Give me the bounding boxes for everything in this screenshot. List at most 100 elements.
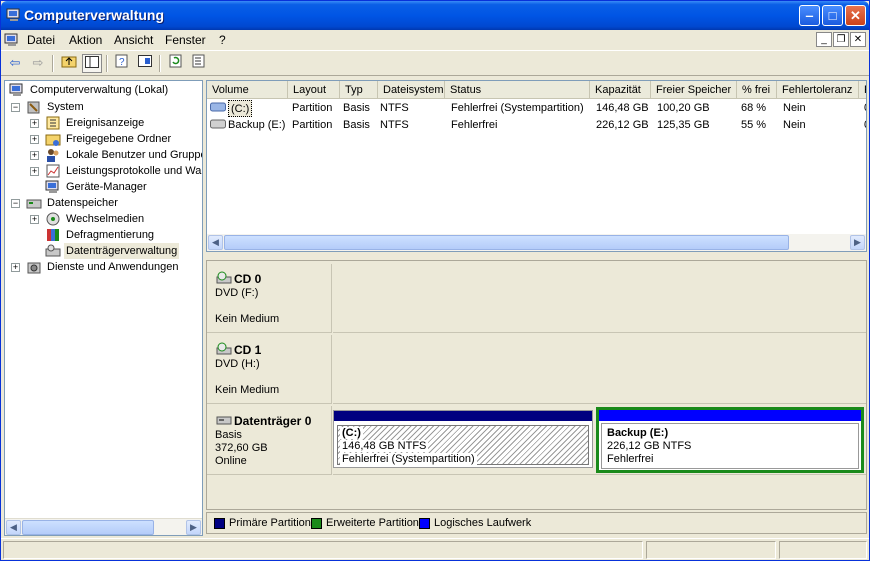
show-tree-icon[interactable]	[82, 54, 102, 73]
tree-node-lokale-benutzer[interactable]: + Lokale Benutzer und Gruppe	[30, 147, 202, 163]
console-tree[interactable]: Computerverwaltung (Lokal) − System + Er…	[4, 80, 203, 536]
tree-node-system[interactable]: − System	[11, 99, 201, 115]
scroll-right-icon[interactable]: ▶	[850, 235, 865, 250]
device-manager-icon	[45, 180, 59, 193]
status-bar	[1, 538, 869, 560]
cell-dateisystem: NTFS	[380, 119, 409, 131]
tree-horizontal-scrollbar[interactable]: ◀ ▶	[5, 518, 202, 535]
event-viewer-icon	[46, 116, 60, 130]
partition-status: Fehlerfrei	[607, 453, 654, 465]
cell-status: Fehlerfrei (Systempartition)	[451, 102, 584, 114]
expand-icon[interactable]: +	[11, 263, 20, 272]
back-icon[interactable]: ⇦	[5, 54, 25, 73]
expand-icon[interactable]: +	[30, 151, 39, 160]
menu-datei[interactable]: Datei	[27, 33, 55, 47]
collapse-icon[interactable]: −	[11, 103, 20, 112]
title-bar[interactable]: Computerverwaltung ‒ □ ✕	[1, 1, 869, 30]
mdi-restore-button[interactable]: ❐	[833, 32, 849, 47]
tree-label: Defragmentierung	[66, 229, 155, 241]
menu-help[interactable]: ?	[219, 33, 226, 47]
cell-freier-speicher: 125,35 GB	[657, 119, 710, 131]
close-button[interactable]: ✕	[845, 5, 866, 26]
disk-area-cd1[interactable]	[333, 335, 866, 404]
svg-text:?: ?	[119, 57, 125, 68]
tree-label: Computerverwaltung (Lokal)	[30, 84, 169, 96]
tree-node-wechselmedien[interactable]: + Wechselmedien	[30, 211, 202, 227]
legend-extended: Erweiterte Partition	[326, 517, 419, 529]
tree-node-freigegebene-ordner[interactable]: + Freigegebene Ordner	[30, 131, 202, 147]
tree-node-datentraegerverwaltung[interactable]: Datenträgerverwaltung	[45, 243, 202, 259]
maximize-button[interactable]: □	[822, 5, 843, 26]
window-title: Computerverwaltung	[24, 7, 165, 23]
menu-aktion[interactable]: Aktion	[69, 33, 102, 47]
column-header-volume[interactable]: Volume	[207, 81, 288, 99]
menu-fenster[interactable]: Fenster	[165, 33, 206, 47]
cd-drive-icon	[216, 271, 232, 284]
disk-type: DVD (F:)	[215, 287, 259, 299]
scrollbar-thumb[interactable]	[224, 235, 789, 250]
mdi-minimize-button[interactable]: _	[816, 32, 832, 47]
menu-ansicht[interactable]: Ansicht	[114, 33, 153, 47]
volume-list: Volume Layout Typ Dateisystem Status Kap…	[206, 80, 867, 252]
partition-size: 226,12 GB NTFS	[607, 440, 692, 452]
column-header-dateisystem[interactable]: Dateisystem	[378, 81, 445, 99]
column-header-kapazitaet[interactable]: Kapazität	[590, 81, 651, 99]
cell-volume: (C:)	[228, 100, 253, 117]
tree-node-dienste[interactable]: + Dienste und Anwendungen	[11, 259, 201, 275]
tree-node-geraete-manager[interactable]: Geräte-Manager	[45, 179, 202, 195]
system-tools-icon	[27, 101, 40, 114]
column-header-freier-speicher[interactable]: Freier Speicher	[651, 81, 737, 99]
scroll-right-icon[interactable]: ▶	[186, 520, 201, 535]
menu-bar: Datei Aktion Ansicht Fenster ? _ ❐ ✕	[1, 30, 869, 50]
scroll-left-icon[interactable]: ◀	[6, 520, 21, 535]
cell-kapazitaet: 226,12 GB	[596, 119, 649, 131]
column-header-prozent-frei[interactable]: % frei	[737, 81, 777, 99]
disk-type: DVD (H:)	[215, 358, 260, 370]
tree-label: System	[47, 101, 84, 113]
child-window-icon[interactable]	[4, 32, 20, 48]
disk-label-disk0[interactable]: Datenträger 0 Basis 372,60 GB Online	[207, 406, 332, 475]
expand-icon[interactable]: +	[30, 135, 39, 144]
expand-icon[interactable]: +	[30, 119, 39, 128]
expand-icon[interactable]: +	[30, 167, 39, 176]
partition-e[interactable]: Backup (E:) 226,12 GB NTFS Fehlerfrei	[596, 407, 864, 473]
up-folder-icon[interactable]	[59, 54, 79, 73]
properties-icon[interactable]: ?	[112, 54, 132, 73]
disk-area-cd0[interactable]	[333, 264, 866, 333]
column-header-status[interactable]: Status	[445, 81, 590, 99]
column-header-typ[interactable]: Typ	[340, 81, 378, 99]
volume-list-horizontal-scrollbar[interactable]: ◀ ▶	[207, 234, 866, 251]
cell-prozent-frei: 55 %	[741, 119, 767, 131]
cell-layout: Partition	[292, 119, 333, 131]
collapse-icon[interactable]: −	[11, 199, 20, 208]
volume-icon	[210, 119, 226, 129]
column-header-f[interactable]: F	[859, 81, 866, 99]
minimize-button[interactable]: ‒	[799, 5, 820, 26]
forward-icon[interactable]: ⇨	[28, 54, 48, 73]
scroll-left-icon[interactable]: ◀	[208, 235, 223, 250]
tree-node-defragmentierung[interactable]: Defragmentierung	[45, 227, 202, 243]
export-list-icon[interactable]	[189, 54, 209, 73]
shared-folder-icon	[45, 134, 61, 146]
cell-prozent-frei: 68 %	[741, 102, 767, 114]
partition-c[interactable]: (C:) 146,48 GB NTFS Fehlerfrei (Systempa…	[333, 410, 593, 468]
tree-node-datenspeicher[interactable]: − Datenspeicher	[11, 195, 201, 211]
legend-primary: Primäre Partition	[229, 517, 311, 529]
view-icon[interactable]	[135, 54, 155, 73]
volume-icon	[210, 102, 226, 112]
legend-swatch-logical	[419, 518, 430, 529]
cell-dateisystem: NTFS	[380, 102, 409, 114]
column-header-layout[interactable]: Layout	[288, 81, 340, 99]
column-header-fehlertoleranz[interactable]: Fehlertoleranz	[777, 81, 859, 99]
tree-node-ereignisanzeige[interactable]: + Ereignisanzeige	[30, 115, 202, 131]
expand-icon[interactable]: +	[30, 215, 39, 224]
disk-label-cd1[interactable]: CD 1 DVD (H:) Kein Medium	[207, 335, 332, 404]
disk-label-cd0[interactable]: CD 0 DVD (F:) Kein Medium	[207, 264, 332, 333]
partition-size: 146,48 GB NTFS	[340, 440, 429, 452]
tree-node-leistungsprotokolle[interactable]: + Leistungsprotokolle und War	[30, 163, 202, 179]
scrollbar-thumb[interactable]	[22, 520, 154, 535]
refresh-icon[interactable]	[166, 54, 186, 73]
primary-partition-bar	[334, 411, 592, 421]
mdi-close-button[interactable]: ✕	[850, 32, 866, 47]
tree-label: Datenspeicher	[47, 197, 118, 209]
